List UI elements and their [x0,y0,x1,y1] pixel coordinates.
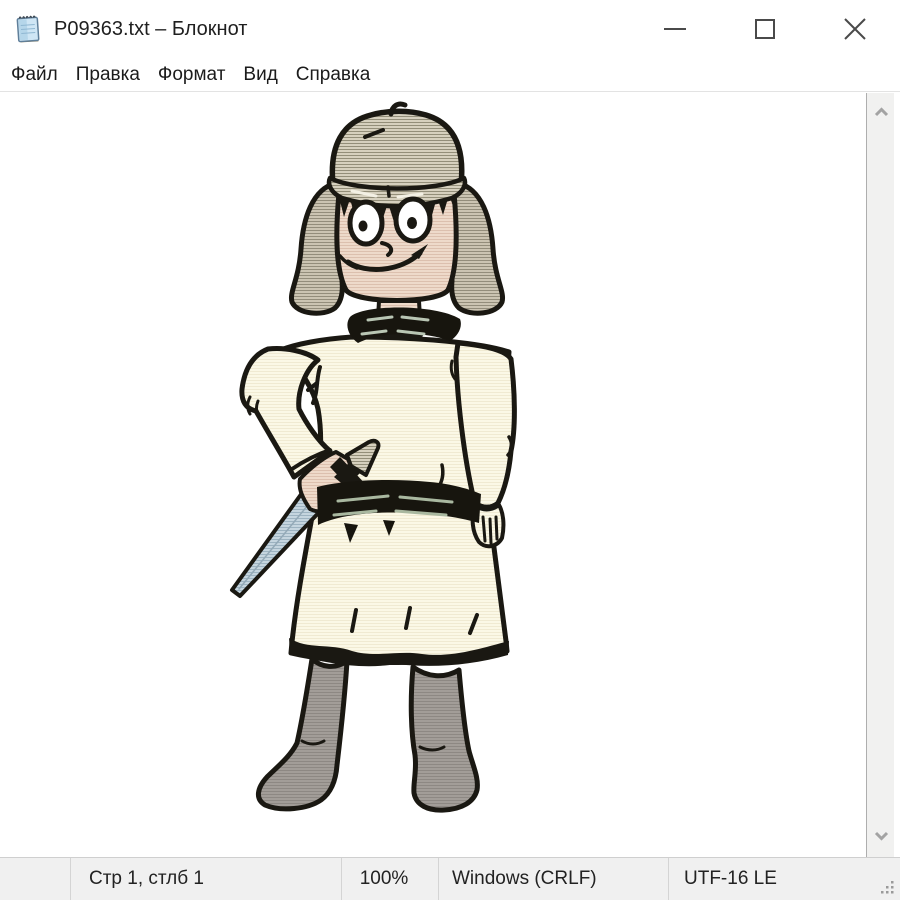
status-line-ending: Windows (CRLF) [438,858,668,900]
window-controls [630,0,900,58]
menu-edit[interactable]: Правка [67,58,149,91]
menu-file[interactable]: Файл [2,58,67,91]
maximize-icon [753,17,777,41]
notepad-window: P09363.txt – Блокнот Файл Правка Формат … [0,0,900,900]
minimize-icon [663,17,687,41]
status-encoding: UTF-16 LE [668,858,900,900]
status-zoom-level: 100% [341,858,438,900]
menu-format[interactable]: Формат [149,58,235,91]
resize-grip[interactable] [879,879,895,895]
vertical-scrollbar[interactable] [866,93,894,857]
cap [332,104,461,193]
menu-help[interactable]: Справка [287,58,380,91]
status-bar: Стр 1, стлб 1 100% Windows (CRLF) UTF-16… [0,857,900,900]
scroll-down-button[interactable] [867,821,895,851]
window-title: P09363.txt – Блокнот [54,18,630,41]
boots [258,659,477,810]
close-icon [843,17,867,41]
status-cursor-position: Стр 1, стлб 1 [70,858,341,900]
maximize-button[interactable] [720,0,810,58]
character-illustration [0,93,866,857]
notepad-icon [12,13,44,45]
text-area[interactable] [0,93,900,857]
menu-view[interactable]: Вид [234,58,286,91]
menu-bar: Файл Правка Формат Вид Справка [0,58,900,92]
close-button[interactable] [810,0,900,58]
minimize-button[interactable] [630,0,720,58]
chevron-down-icon [874,831,889,841]
status-spacer [0,858,70,900]
chevron-up-icon [874,107,889,117]
status-encoding-label: UTF-16 LE [684,868,777,890]
scroll-up-button[interactable] [867,97,895,127]
title-bar: P09363.txt – Блокнот [0,0,900,58]
